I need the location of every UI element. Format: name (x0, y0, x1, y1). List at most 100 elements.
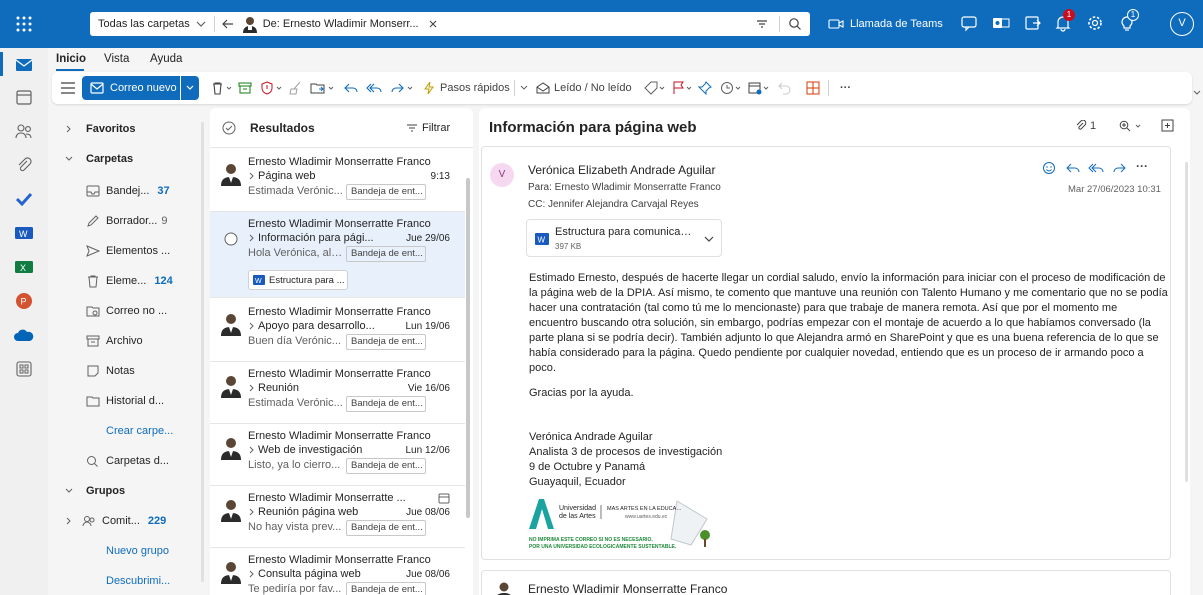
tips-badge: 1 (1127, 9, 1139, 21)
folder-scrollbar[interactable] (201, 122, 204, 582)
mail-app-icon[interactable] (12, 54, 36, 76)
list-item[interactable]: Ernesto Wladimir Monserratte ... Reunión… (210, 486, 465, 548)
move-to-icon[interactable] (310, 80, 336, 96)
list-item[interactable]: Ernesto Wladimir Monserratte Franco Cons… (210, 548, 465, 595)
folder-notes[interactable]: Notas (48, 356, 204, 386)
forward-icon[interactable] (390, 80, 416, 96)
more-options-button[interactable]: ··· (840, 80, 851, 96)
account-initial: V (1178, 17, 1186, 29)
snooze-clock-icon[interactable] (720, 80, 744, 96)
search-filter-chip[interactable]: De: Ernesto Wladimir Monserr... (241, 15, 439, 33)
excel-app-icon[interactable]: X (12, 256, 36, 278)
delete-icon[interactable] (210, 80, 234, 96)
reply-icon[interactable] (1066, 161, 1080, 175)
chat-icon[interactable] (960, 14, 980, 34)
search-box[interactable]: Todas las carpetas De: Ernesto Wladimir … (90, 12, 810, 36)
todo-app-icon[interactable] (12, 188, 36, 210)
new-group-link[interactable]: Nuevo grupo (48, 536, 204, 566)
tab-help[interactable]: Ayuda (150, 53, 182, 65)
discover-groups-link[interactable]: Descubrimi... (48, 566, 204, 595)
read-unread-button[interactable]: Leído / No leído (536, 80, 632, 96)
group-item[interactable]: Comit... 229 (48, 506, 204, 536)
flag-icon[interactable] (672, 80, 696, 96)
tips-lightbulb-icon[interactable]: 1 (1118, 9, 1139, 34)
zoom-icon[interactable] (1119, 120, 1145, 132)
report-icon[interactable] (260, 80, 284, 96)
filter-button[interactable]: Filtrar (406, 122, 450, 134)
search-icon[interactable] (788, 17, 802, 31)
reply-all-icon[interactable] (1088, 161, 1104, 175)
filter-options-icon[interactable] (755, 17, 769, 31)
hamburger-menu-icon[interactable] (60, 80, 76, 96)
folder-deleted[interactable]: Eleme... 124 (48, 266, 204, 296)
settings-gear-icon[interactable] (1086, 14, 1106, 34)
back-arrow-icon[interactable] (221, 17, 235, 31)
mail-icon (90, 82, 104, 94)
search-scope-dropdown[interactable]: Todas las carpetas (90, 17, 208, 31)
notifications-bell-icon[interactable]: 1 (1054, 9, 1075, 34)
emoji-reaction-icon[interactable] (1042, 161, 1056, 175)
quick-steps-button[interactable]: Pasos rápidos (422, 80, 529, 96)
more-apps-icon[interactable] (12, 358, 36, 380)
list-item[interactable]: Ernesto Wladimir Monserratte Franco Pági… (210, 150, 465, 212)
attachments-app-icon[interactable] (12, 154, 36, 176)
powerpoint-app-icon[interactable]: P (12, 290, 36, 312)
message-list-scrollbar[interactable] (466, 178, 470, 518)
reply-icon[interactable] (344, 80, 358, 96)
app-launcher-icon[interactable] (14, 14, 34, 34)
tag-icon[interactable] (644, 80, 668, 96)
attachment-count[interactable]: 1 (1075, 120, 1096, 132)
ribbon-expand-chevron-icon[interactable] (1192, 88, 1202, 98)
attachment-chip[interactable]: W Estructura para ... (248, 270, 348, 290)
create-folder-link[interactable]: Crear carpe... (48, 416, 204, 446)
tab-home[interactable]: Inicio (56, 53, 86, 65)
open-new-window-icon[interactable] (1161, 119, 1174, 132)
folder-history[interactable]: Historial d... (48, 386, 204, 416)
select-checkbox-icon[interactable] (224, 232, 238, 246)
list-item[interactable]: Ernesto Wladimir Monserratte Franco Info… (210, 212, 465, 298)
chevron-right-icon (248, 383, 256, 393)
share-note-icon[interactable] (1024, 14, 1044, 34)
folder-junk[interactable]: Correo no ... (48, 296, 204, 326)
folder-drafts[interactable]: Borrador... 9 (48, 206, 204, 236)
email-from: Verónica Elizabeth Andrade Aguilar (528, 163, 716, 177)
word-app-icon[interactable]: W (12, 222, 36, 244)
tab-view[interactable]: Vista (104, 53, 129, 65)
archive-icon[interactable] (238, 80, 252, 96)
folders-section[interactable]: Carpetas (48, 144, 204, 174)
groups-section[interactable]: Grupos (48, 476, 204, 506)
favorites-section[interactable]: Favoritos (48, 114, 204, 144)
onedrive-app-icon[interactable] (12, 324, 36, 346)
chevron-down-icon[interactable] (703, 233, 715, 245)
forward-icon[interactable] (1112, 161, 1126, 175)
reply-all-icon[interactable] (366, 80, 382, 96)
undo-icon[interactable] (778, 80, 792, 96)
sweep-icon[interactable] (288, 80, 302, 96)
people-app-icon[interactable] (12, 120, 36, 142)
list-item[interactable]: Ernesto Wladimir Monserratte Franco Reun… (210, 362, 465, 424)
list-item[interactable]: Ernesto Wladimir Monserratte Franco Web … (210, 424, 465, 486)
reading-pane-scrollbar[interactable] (1185, 162, 1188, 482)
folder-archive[interactable]: Archivo (48, 326, 204, 356)
message-list: Resultados Filtrar Ernesto Wladimir Mons… (210, 108, 473, 595)
folder-inbox[interactable]: Bandej... 37 (48, 176, 204, 206)
rules-icon[interactable] (748, 80, 772, 96)
search-folders[interactable]: Carpetas d... (48, 446, 204, 476)
email-attachment[interactable]: W Estructura para comunicació... 397 KB (526, 219, 722, 257)
account-avatar[interactable]: V (1170, 12, 1194, 36)
pin-icon[interactable] (698, 80, 712, 96)
select-all-checkbox-icon[interactable] (222, 121, 236, 135)
signature-city: Guayaquil, Ecuador (529, 476, 626, 488)
new-mail-button[interactable]: Correo nuevo (82, 76, 180, 100)
calendar-app-icon[interactable] (12, 86, 36, 108)
more-actions-icon[interactable]: ··· (1136, 159, 1148, 173)
teams-call-button[interactable]: Llamada de Teams (828, 14, 943, 34)
thread-next-message[interactable]: Ernesto Wladimir Monserratte Franco (481, 570, 1171, 595)
new-mail-dropdown[interactable] (181, 76, 199, 100)
folder-sent[interactable]: Elementos ... (48, 236, 204, 266)
close-icon[interactable] (427, 18, 439, 30)
list-item[interactable]: Ernesto Wladimir Monserratte Franco Apoy… (210, 300, 465, 362)
apps-grid-icon[interactable] (806, 80, 820, 96)
outlook-icon[interactable] (992, 14, 1012, 34)
sender-photo-icon (221, 500, 241, 522)
